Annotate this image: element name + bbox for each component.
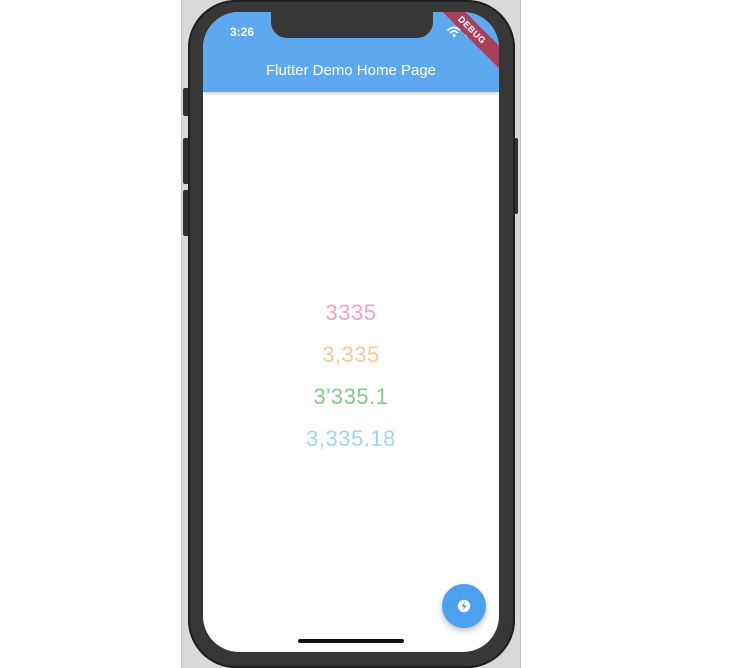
- simulator-canvas: 3:26 DEBUG Flutter Demo Home Page 3335 3…: [0, 0, 738, 668]
- home-indicator: [298, 639, 404, 643]
- number-grouped: 3,335: [322, 342, 380, 367]
- device-notch: [271, 12, 433, 38]
- number-list: 3335 3,335 3'335.1 3,335.18: [203, 292, 499, 460]
- floating-action-button[interactable]: [442, 584, 486, 628]
- page-title: Flutter Demo Home Page: [265, 62, 437, 79]
- status-time: 3:26: [230, 25, 255, 39]
- number-swiss-grouped: 3'335.1: [313, 384, 389, 409]
- flash-icon: [457, 599, 471, 613]
- device-screen: 3:26 DEBUG Flutter Demo Home Page 3335 3…: [203, 12, 499, 652]
- number-decimal: 3,335.18: [306, 426, 396, 451]
- number-plain: 3335: [325, 300, 377, 325]
